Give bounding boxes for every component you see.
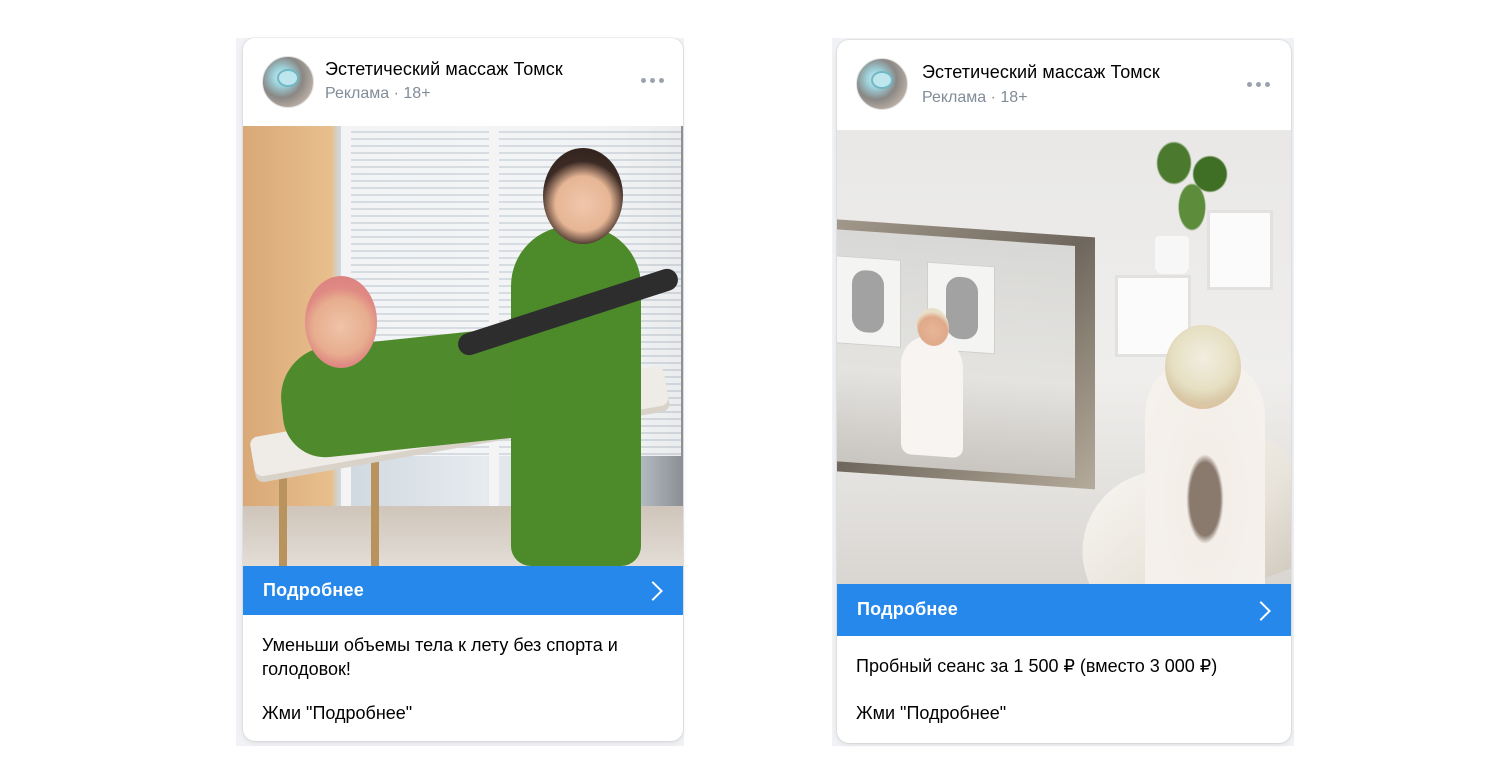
more-horizontal-icon[interactable] (641, 78, 665, 84)
brand-name[interactable]: Эстетический массаж Томск (922, 62, 1160, 83)
more-horizontal-icon[interactable] (1247, 82, 1271, 88)
ad-header: Эстетический массаж Томск Реклама · 18+ (837, 40, 1291, 130)
ad-text-primary: Уменьши объемы тела к лету без спорта и … (262, 635, 618, 679)
chevron-right-icon (643, 581, 663, 601)
ad-image[interactable] (243, 126, 683, 566)
avatar[interactable] (262, 56, 314, 108)
ad-text-secondary: Жми "Подробнее" (856, 703, 1007, 723)
ad-meta-label: Реклама · 18+ (922, 89, 1028, 106)
details-button[interactable]: Подробнее (837, 584, 1291, 636)
brand-name[interactable]: Эстетический массаж Томск (325, 59, 563, 80)
ad-text-primary: Пробный сеанс за 1 500 ₽ (вместо 3 000 ₽… (856, 656, 1218, 676)
details-button-label: Подробнее (263, 580, 364, 600)
chevron-right-icon (1251, 601, 1271, 621)
details-button[interactable]: Подробнее (243, 566, 683, 615)
ad-meta-label: Реклама · 18+ (325, 85, 431, 102)
details-button-label: Подробнее (857, 599, 958, 619)
ad-text-secondary: Жми "Подробнее" (262, 703, 413, 723)
ad-header: Эстетический массаж Томск Реклама · 18+ (243, 38, 683, 126)
ad-card-2: Эстетический массаж Томск Реклама · 18+ … (837, 40, 1291, 743)
ad-card-1: Эстетический массаж Томск Реклама · 18+ … (243, 38, 683, 741)
ad-image[interactable] (837, 130, 1291, 584)
avatar[interactable] (856, 58, 908, 110)
